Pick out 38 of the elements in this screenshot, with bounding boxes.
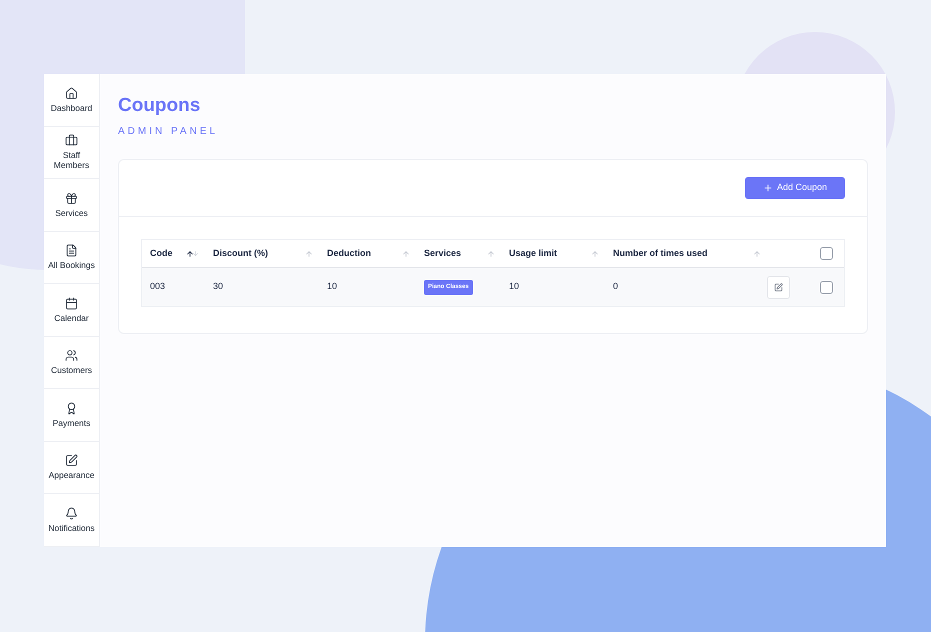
- pencil-square-icon: [65, 454, 78, 468]
- sidebar-item[interactable]: Dashboard: [44, 74, 99, 126]
- gift-icon: [65, 192, 78, 205]
- column-header[interactable]: Usage limit: [509, 246, 558, 260]
- plus-icon: [762, 183, 773, 193]
- sidebar-item[interactable]: Services: [44, 179, 99, 232]
- table-cell-text: 10: [326, 280, 338, 294]
- table-cell-text: 0: [612, 280, 618, 294]
- table-cell-text: 003: [149, 280, 166, 294]
- page-subtitle: ADMIN PANEL: [118, 125, 218, 139]
- add-coupon-button[interactable]: Add Coupon: [744, 177, 845, 199]
- edit-button[interactable]: [767, 276, 790, 298]
- checkbox[interactable]: [820, 280, 833, 294]
- document-icon: [65, 244, 78, 258]
- sort-arrows-icon[interactable]: [186, 250, 199, 258]
- sidebar-item[interactable]: Customers: [44, 336, 99, 389]
- sidebar-item[interactable]: Notifications: [44, 494, 99, 546]
- award-icon: [65, 402, 78, 415]
- sidebar-item[interactable]: Staff Members: [44, 126, 99, 179]
- sidebar-item[interactable]: All Bookings: [44, 232, 99, 284]
- table-cell-text: 10: [508, 280, 520, 294]
- table-cell-text: 30: [212, 280, 224, 294]
- bell-icon: [65, 506, 78, 520]
- column-header[interactable]: Number of times used: [613, 246, 708, 260]
- column-header[interactable]: Deduction: [327, 246, 371, 260]
- column-header[interactable]: Services: [424, 246, 462, 260]
- sidebar-item[interactable]: Payments: [44, 389, 99, 442]
- checkbox[interactable]: [820, 247, 833, 260]
- sidebar-item[interactable]: Appearance: [44, 442, 99, 494]
- page-title: Coupons: [118, 94, 202, 118]
- column-header[interactable]: Code: [150, 246, 172, 260]
- users-icon: [65, 349, 78, 362]
- column-header[interactable]: Discount (%): [213, 246, 268, 260]
- pencil-square-icon: [774, 282, 783, 292]
- briefcase-icon: [65, 134, 78, 148]
- home-icon: [65, 86, 78, 100]
- sidebar-item[interactable]: Calendar: [44, 284, 99, 336]
- calendar-icon: [65, 296, 78, 310]
